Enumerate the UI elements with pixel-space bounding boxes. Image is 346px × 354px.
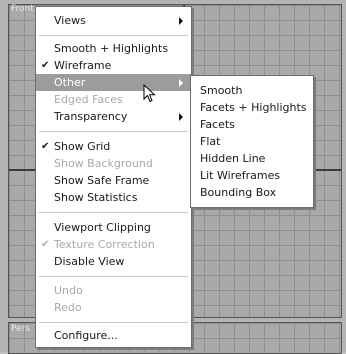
menu-item-views[interactable]: Views bbox=[36, 12, 191, 29]
checkmark-icon: ✔ bbox=[41, 141, 50, 152]
submenu-arrow-icon bbox=[179, 17, 183, 25]
submenu-item-hidden-line[interactable]: Hidden Line bbox=[191, 150, 313, 167]
menu-item-label: Configure... bbox=[54, 329, 118, 342]
menu-item-label: Disable View bbox=[54, 255, 125, 268]
menu-item-label: Views bbox=[54, 14, 86, 27]
menu-item-label: Undo bbox=[54, 284, 83, 297]
mouse-pointer-icon bbox=[143, 84, 156, 103]
checkmark-icon: ✔ bbox=[41, 239, 50, 250]
other-submenu: Smooth Facets + Highlights Facets Flat H… bbox=[190, 75, 314, 208]
menu-separator bbox=[39, 131, 188, 132]
viewport-label-front[interactable]: Front bbox=[11, 4, 34, 14]
menu-item-label: Redo bbox=[54, 301, 82, 314]
submenu-item-flat[interactable]: Flat bbox=[191, 133, 313, 150]
menu-item-label: Texture Correction bbox=[54, 238, 155, 251]
menu-item-configure[interactable]: Configure... bbox=[36, 327, 191, 344]
viewport-label-perspective[interactable]: Pers bbox=[11, 324, 30, 334]
submenu-item-facets[interactable]: Facets bbox=[191, 116, 313, 133]
submenu-item-smooth[interactable]: Smooth bbox=[191, 82, 313, 99]
submenu-item-bounding-box[interactable]: Bounding Box bbox=[191, 184, 313, 201]
menu-item-label: Wireframe bbox=[54, 59, 112, 72]
menu-separator bbox=[39, 322, 188, 323]
submenu-item-facets-highlights[interactable]: Facets + Highlights bbox=[191, 99, 313, 116]
menu-item-label: Transparency bbox=[54, 110, 128, 123]
menu-item-label: Show Grid bbox=[54, 140, 111, 153]
menu-item-label: Show Statistics bbox=[54, 191, 138, 204]
menu-item-label: Smooth + Highlights bbox=[54, 42, 169, 55]
submenu-arrow-icon bbox=[179, 79, 183, 87]
menu-item-show-safe-frame[interactable]: Show Safe Frame bbox=[36, 172, 191, 189]
menu-item-texture-correction[interactable]: ✔ Texture Correction bbox=[36, 236, 191, 253]
menu-item-other[interactable]: Other bbox=[36, 74, 191, 91]
menu-item-show-grid[interactable]: ✔ Show Grid bbox=[36, 138, 191, 155]
menu-item-transparency[interactable]: Transparency bbox=[36, 108, 191, 125]
menu-item-undo[interactable]: Undo bbox=[36, 282, 191, 299]
menu-item-wireframe[interactable]: ✔ Wireframe bbox=[36, 57, 191, 74]
menu-item-label: Other bbox=[54, 76, 86, 89]
checkmark-icon: ✔ bbox=[41, 60, 50, 71]
menu-item-label: Show Background bbox=[54, 157, 153, 170]
menu-item-show-background[interactable]: Show Background bbox=[36, 155, 191, 172]
menu-item-label: Edged Faces bbox=[54, 93, 123, 106]
menu-item-show-statistics[interactable]: Show Statistics bbox=[36, 189, 191, 206]
menu-item-disable-view[interactable]: Disable View bbox=[36, 253, 191, 270]
menu-separator bbox=[39, 35, 188, 36]
menu-item-smooth-highlights[interactable]: Smooth + Highlights bbox=[36, 40, 191, 57]
menu-item-viewport-clipping[interactable]: Viewport Clipping bbox=[36, 219, 191, 236]
submenu-arrow-icon bbox=[179, 113, 183, 121]
menu-separator bbox=[39, 276, 188, 277]
viewport-context-menu: Views Smooth + Highlights ✔ Wireframe Ot… bbox=[35, 6, 192, 348]
menu-item-label: Show Safe Frame bbox=[54, 174, 150, 187]
menu-item-edged-faces[interactable]: Edged Faces bbox=[36, 91, 191, 108]
menu-item-redo[interactable]: Redo bbox=[36, 299, 191, 316]
menu-item-label: Viewport Clipping bbox=[54, 221, 151, 234]
submenu-item-lit-wireframes[interactable]: Lit Wireframes bbox=[191, 167, 313, 184]
menu-separator bbox=[39, 212, 188, 213]
